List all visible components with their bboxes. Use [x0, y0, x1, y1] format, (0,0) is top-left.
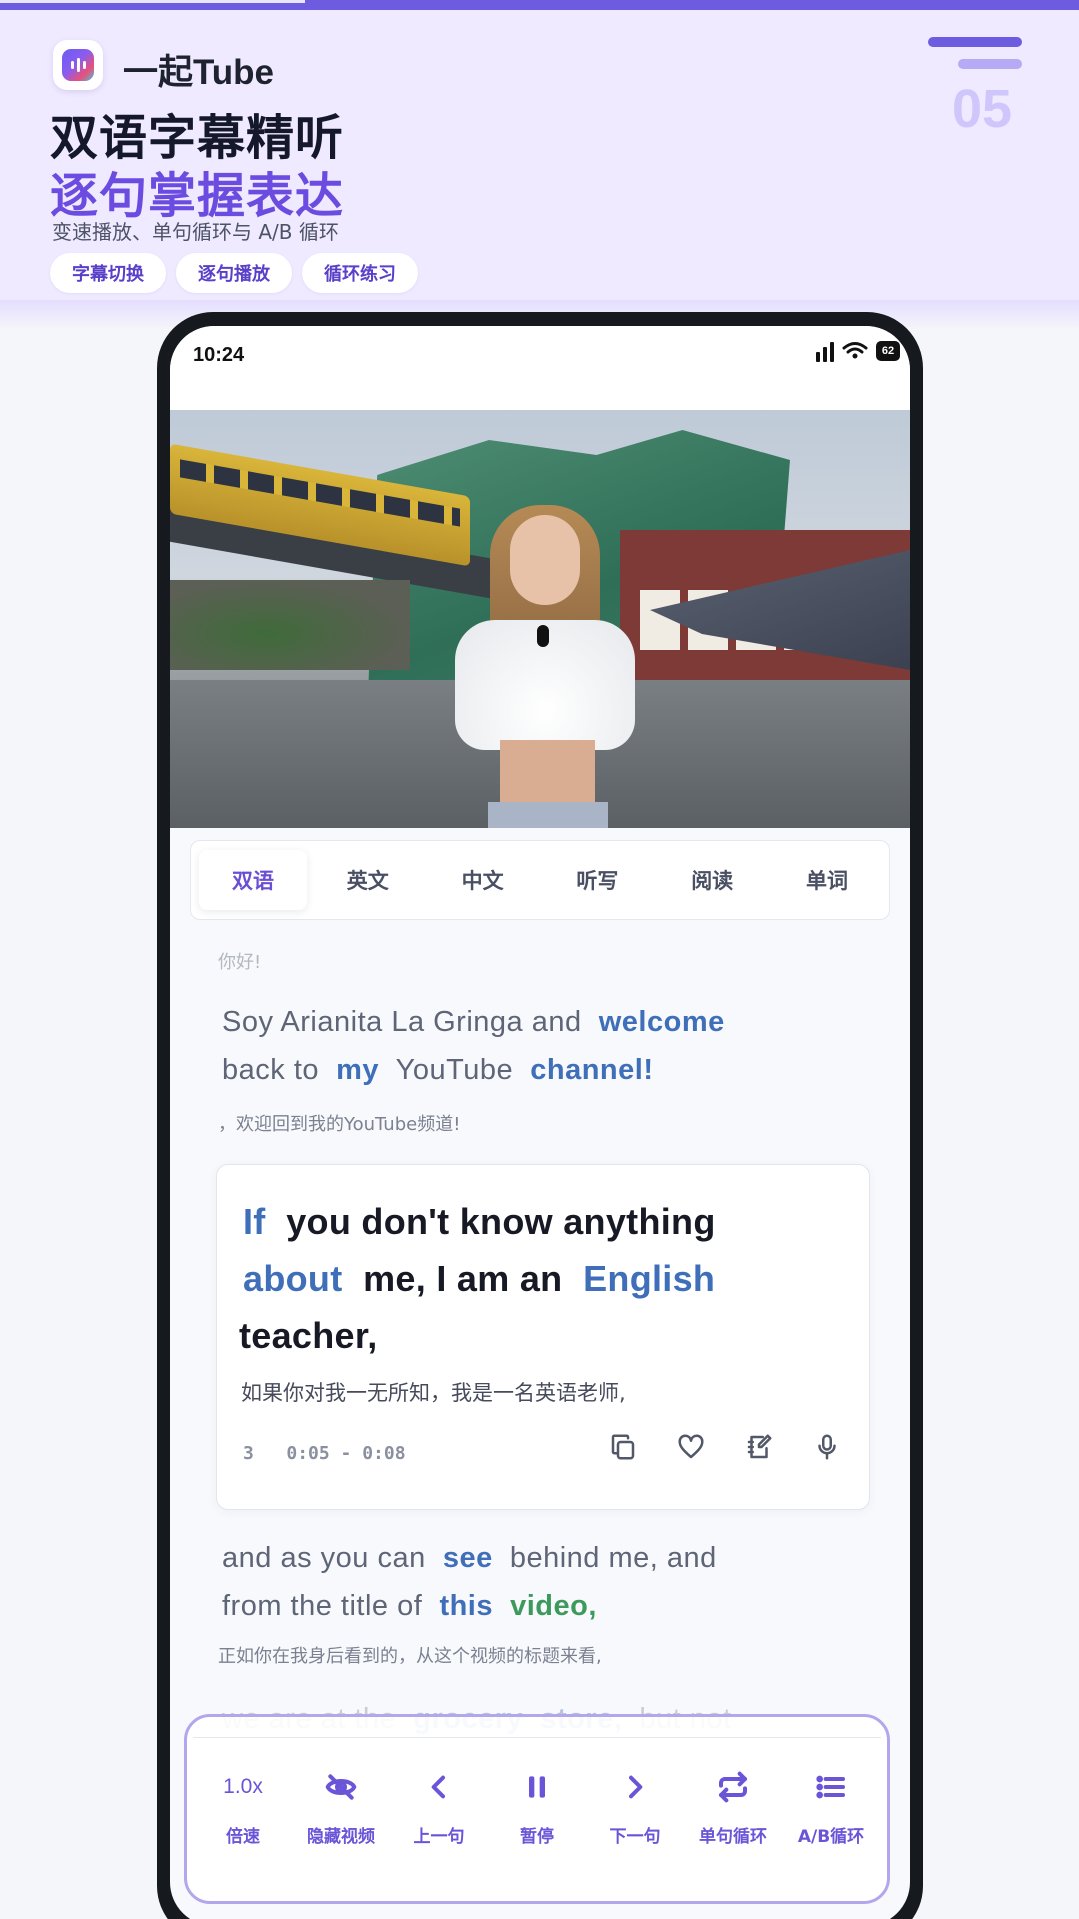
subtitle-line-en[interactable]: back to my YouTube channel!: [222, 1054, 653, 1087]
wifi-icon: [842, 342, 868, 359]
copy-icon: [611, 1434, 635, 1460]
subtitle-text: YouTube: [395, 1054, 514, 1086]
pause-button[interactable]: 暂停: [489, 1738, 585, 1895]
subtitle-previous-zh: 你好!: [218, 952, 262, 973]
subtitle-time-range: 0:05 - 0:08: [286, 1443, 406, 1464]
speed-value: 1.0x: [223, 1775, 263, 1798]
highlighted-word[interactable]: about: [243, 1258, 342, 1299]
subtitle-text: teacher,: [239, 1315, 378, 1356]
subtitle-meta: 3 0:05 - 0:08: [243, 1443, 406, 1464]
tab-chinese[interactable]: 中文: [429, 850, 537, 910]
speed-button[interactable]: 1.0x 倍速: [195, 1738, 291, 1895]
control-label: 暂停: [520, 1827, 554, 1847]
ab-loop-button[interactable]: A/B循环: [783, 1738, 879, 1895]
feature-chip: 循环练习: [302, 253, 418, 293]
video-player[interactable]: [170, 410, 910, 828]
heart-icon: [678, 1434, 704, 1459]
subtitle-line-en[interactable]: Soy Arianita La Gringa and welcome: [222, 1006, 725, 1039]
pause-icon: [529, 1776, 545, 1798]
favorite-button[interactable]: [673, 1429, 709, 1465]
video-scene-bushes: [170, 580, 410, 670]
repeat-icon: [719, 1771, 747, 1803]
note-button[interactable]: [741, 1429, 777, 1465]
current-subtitle-en: If you don't know anything: [243, 1201, 716, 1243]
status-time: 10:24: [193, 344, 245, 366]
subtitle-text: behind me, and: [509, 1542, 717, 1574]
video-person-mic: [537, 625, 549, 647]
subtitle-line-zh: 正如你在我身后看到的，从这个视频的标题来看,: [218, 1646, 602, 1667]
subtitle-text: you don't know anything: [286, 1201, 716, 1242]
app-name: 一起Tube: [123, 53, 275, 92]
top-accent-strip: [0, 0, 1079, 10]
subtitle-text: me, I am an: [363, 1258, 563, 1299]
subtitle-actions: [605, 1429, 845, 1465]
feature-chips: 字幕切换 逐句播放 循环练习: [50, 253, 418, 293]
chevron-left-icon: [431, 1775, 445, 1799]
control-label: A/B循环: [797, 1827, 865, 1847]
step-number: 05: [952, 79, 1013, 139]
status-icons: 62: [816, 340, 900, 362]
subtitle-text: back to: [222, 1054, 319, 1086]
highlighted-word[interactable]: If: [243, 1201, 266, 1242]
highlighted-word[interactable]: video,: [510, 1590, 597, 1622]
tab-english[interactable]: 英文: [314, 850, 422, 910]
subtitle-text: from the title of: [222, 1590, 423, 1622]
app-logo-icon: [62, 49, 94, 81]
copy-button[interactable]: [605, 1429, 641, 1465]
subheadline: 变速播放、单句循环与 A/B 循环: [52, 220, 339, 244]
hide-video-button[interactable]: 隐藏视频: [293, 1738, 389, 1895]
current-subtitle-en: teacher,: [239, 1315, 378, 1357]
subtitle-line-en[interactable]: from the title of this video,: [222, 1590, 597, 1623]
current-subtitle-en: about me, I am an English: [243, 1258, 715, 1300]
highlighted-word[interactable]: welcome: [599, 1006, 725, 1038]
highlighted-word[interactable]: channel!: [530, 1054, 653, 1086]
subtitle-line-en[interactable]: and as you can see behind me, and: [222, 1542, 717, 1575]
control-label: 上一句: [413, 1827, 465, 1847]
chevron-right-icon: [629, 1775, 643, 1799]
sentence-loop-button[interactable]: 单句循环: [685, 1738, 781, 1895]
status-bar: 10:24 62: [170, 326, 910, 410]
feature-chip: 字幕切换: [50, 253, 166, 293]
eye-off-icon: [325, 1774, 357, 1800]
video-person-face: [510, 515, 580, 605]
record-button[interactable]: [809, 1429, 845, 1465]
control-label: 倍速: [226, 1827, 260, 1847]
next-sentence-button[interactable]: 下一句: [587, 1738, 683, 1895]
phone-screen: 10:24 62 双语 英文 中文 听写 阅读 单词 你好! Soy Arian…: [170, 326, 910, 1919]
previous-sentence-button[interactable]: 上一句: [391, 1738, 487, 1895]
playback-controls: 1.0x 倍速 隐藏视频 上一句 暂停 下一句 单句循环 A/B循环: [184, 1714, 890, 1904]
note-edit-icon: [747, 1434, 772, 1459]
subtitle-text: and as you can: [222, 1542, 426, 1574]
feature-chip: 逐句播放: [176, 253, 292, 293]
tab-bilingual[interactable]: 双语: [199, 850, 307, 910]
subtitle-mode-tabs: 双语 英文 中文 听写 阅读 单词: [190, 840, 890, 920]
battery-icon: 62: [876, 341, 900, 361]
microphone-icon: [818, 1434, 836, 1460]
highlighted-word[interactable]: English: [583, 1258, 715, 1299]
subtitle-text: Soy Arianita La Gringa and: [222, 1006, 582, 1038]
subtitle-line-zh: ，欢迎回到我的YouTube频道!: [218, 1114, 461, 1135]
control-label: 单句循环: [699, 1827, 767, 1847]
highlighted-word[interactable]: my: [336, 1054, 379, 1086]
subtitle-index: 3: [243, 1443, 254, 1464]
decorative-bar: [958, 59, 1022, 69]
control-label: 下一句: [609, 1827, 661, 1847]
tab-dictation[interactable]: 听写: [543, 850, 651, 910]
decorative-bar: [928, 37, 1022, 47]
signal-icon: [816, 340, 834, 362]
highlighted-word[interactable]: this: [439, 1590, 493, 1622]
list-icon: [816, 1775, 845, 1799]
current-subtitle-zh: 如果你对我一无所知，我是一名英语老师,: [241, 1381, 626, 1405]
tab-reading[interactable]: 阅读: [658, 850, 766, 910]
tab-vocabulary[interactable]: 单词: [773, 850, 881, 910]
current-subtitle-card[interactable]: If you don't know anything about me, I a…: [216, 1164, 870, 1510]
app-logo: [53, 40, 103, 90]
video-person-jeans: [488, 802, 608, 828]
highlighted-word[interactable]: see: [443, 1542, 493, 1574]
control-label: 隐藏视频: [307, 1827, 375, 1847]
